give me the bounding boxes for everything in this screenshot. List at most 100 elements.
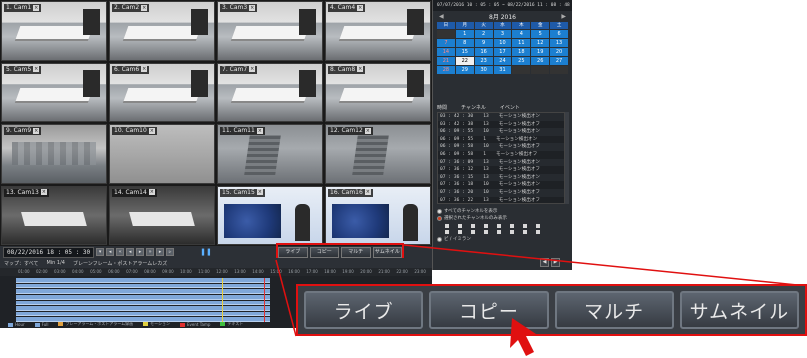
calendar-day[interactable]: 8 [455,39,474,47]
next-month-icon[interactable]: ▶ [561,13,566,20]
event-row[interactable]: 03 : 42 : 38 13 モーション検出オフ [438,121,564,129]
camera-tile[interactable]: 6. Cam6 × [109,62,215,122]
calendar-day[interactable]: 25 [512,57,531,65]
calendar-day[interactable]: 4 [512,30,531,38]
channel-checkbox[interactable] [484,230,488,234]
channel-checkbox[interactable] [497,224,501,228]
event-row[interactable]: 06 : 09 : 55 10 モーション検出オン [438,128,564,136]
camera-close-icon[interactable]: × [33,4,40,11]
calendar-day[interactable]: 13 [550,39,568,47]
calendar-day[interactable]: 6 [550,30,568,38]
calendar-day[interactable]: 30 [474,66,493,74]
calendar-day[interactable]: 21 [437,57,455,65]
calendar-day[interactable]: 19 [531,48,550,56]
camera-tile[interactable]: 1. Cam1 × [1,1,107,61]
radio-button[interactable] [437,237,442,242]
timeline-header-item[interactable]: マップ：すべて [4,260,38,267]
step-back-icon[interactable]: ◂ [106,248,115,256]
camera-close-icon[interactable]: × [148,127,155,134]
timeline-playhead[interactable] [222,278,223,322]
channel-checkbox[interactable] [458,230,462,234]
timeline-track[interactable] [16,283,270,289]
calendar-day[interactable]: 10 [493,39,512,47]
timeline-track[interactable] [16,289,270,294]
camera-close-icon[interactable]: × [357,4,364,11]
event-row[interactable]: 06 : 09 : 55 1 モーション検出オン [438,136,564,144]
camera-close-icon[interactable]: × [33,66,40,72]
timeline-track[interactable] [16,278,270,283]
camera-close-icon[interactable]: × [148,189,155,195]
channel-checkbox[interactable] [510,230,514,234]
camera-close-icon[interactable]: × [33,127,40,134]
calendar-day[interactable]: 26 [531,57,550,65]
fast-rewind-icon[interactable]: « [116,248,125,256]
next-page-icon[interactable]: ▶ [551,258,560,267]
camera-close-icon[interactable]: × [364,127,371,134]
event-list-scrollbar[interactable] [565,112,569,204]
pause-icon[interactable]: ❚❚ [200,248,212,257]
camera-close-icon[interactable]: × [249,4,256,11]
camera-tile[interactable]: 12. Cam12 × [325,124,431,184]
zoomed-mode-button[interactable]: マルチ [554,291,674,329]
camera-close-icon[interactable]: × [256,127,263,134]
event-row[interactable]: 07 : 36 : 22 13 モーション検出オフ [438,197,564,203]
channel-option[interactable]: すべてのチャンネルを表示 [437,208,569,215]
event-row[interactable]: 07 : 36 : 18 10 モーション検出オン [438,181,564,189]
camera-tile[interactable]: 14. Cam14 × [109,185,215,245]
calendar-day[interactable]: 16 [474,48,493,56]
calendar-day[interactable]: 31 [493,66,512,74]
timeline-track[interactable] [16,311,270,317]
channel-option[interactable]: 選択されたチャンネルのみ表示 [437,215,569,222]
channel-checkbox[interactable] [536,224,540,228]
camera-close-icon[interactable]: × [141,4,148,11]
camera-close-icon[interactable]: × [141,66,148,72]
timeline-track[interactable] [16,306,270,311]
calendar-day[interactable]: 18 [512,48,531,56]
play-icon[interactable]: ▸ [136,248,145,256]
channel-checkbox[interactable] [484,224,488,228]
calendar-day[interactable]: 5 [531,30,550,38]
channel-checkbox[interactable] [523,224,527,228]
calendar-day[interactable]: 1 [455,30,474,38]
calendar-day[interactable]: 2 [474,30,493,38]
rewind-icon[interactable]: ◂ [126,248,135,256]
event-row[interactable]: 06 : 09 : 58 10 モーション検出オフ [438,143,564,151]
camera-close-icon[interactable]: × [249,66,256,72]
fast-forward-icon[interactable]: » [146,248,155,256]
camera-tile[interactable]: 10. Cam10 × [109,124,215,184]
channel-checkbox[interactable] [445,230,449,234]
calendar-day[interactable]: 28 [437,66,455,74]
calendar-day[interactable]: 15 [455,48,474,56]
channel-checkbox[interactable] [510,224,514,228]
camera-tile[interactable]: 3. Cam3 × [217,1,323,61]
channel-checkbox[interactable] [523,230,527,234]
camera-close-icon[interactable]: × [364,189,371,195]
calendar-day[interactable]: 17 [493,48,512,56]
calendar-day[interactable]: 14 [437,48,455,56]
event-row[interactable]: 07 : 36 : 12 13 モーション検出オフ [438,166,564,174]
prev-month-icon[interactable]: ◀ [439,13,444,20]
next-frame-icon[interactable]: ▹ [166,248,175,256]
zoomed-mode-button[interactable]: サムネイル [679,291,799,329]
event-row[interactable]: 07 : 36 : 20 10 モーション検出オフ [438,188,564,197]
camera-tile[interactable]: 16. Cam16 × [325,185,431,245]
event-row[interactable]: 07 : 36 : 15 13 モーション検出オン [438,173,564,182]
channel-checkbox[interactable] [471,230,475,234]
channel-checkbox[interactable] [458,224,462,228]
timeline-header-item[interactable]: ブレーンフレーム・ポストアラームレカズ [73,260,167,267]
calendar-day[interactable]: 11 [512,39,531,47]
calendar-day[interactable]: 24 [493,57,512,65]
camera-tile[interactable]: 13. Cam13 × [1,185,107,245]
camera-tile[interactable]: 11. Cam11 × [217,124,323,184]
calendar-day[interactable]: 12 [531,39,550,47]
camera-tile[interactable]: 5. Cam5 × [1,62,107,122]
camera-tile[interactable]: 9. Cam9 × [1,124,107,184]
event-row[interactable]: 03 : 42 : 30 13 モーション検出オン [438,113,564,121]
channel-checkbox[interactable] [471,224,475,228]
camera-close-icon[interactable]: × [357,66,364,72]
camera-tile[interactable]: 7. Cam7 × [217,62,323,122]
channel-checkbox[interactable] [536,230,540,234]
camera-tile[interactable]: 4. Cam4 × [325,1,431,61]
playback-datetime[interactable]: 08/22/2016 18 : 05 : 30 [3,246,95,258]
step-forward-icon[interactable]: ▸ [156,248,165,256]
